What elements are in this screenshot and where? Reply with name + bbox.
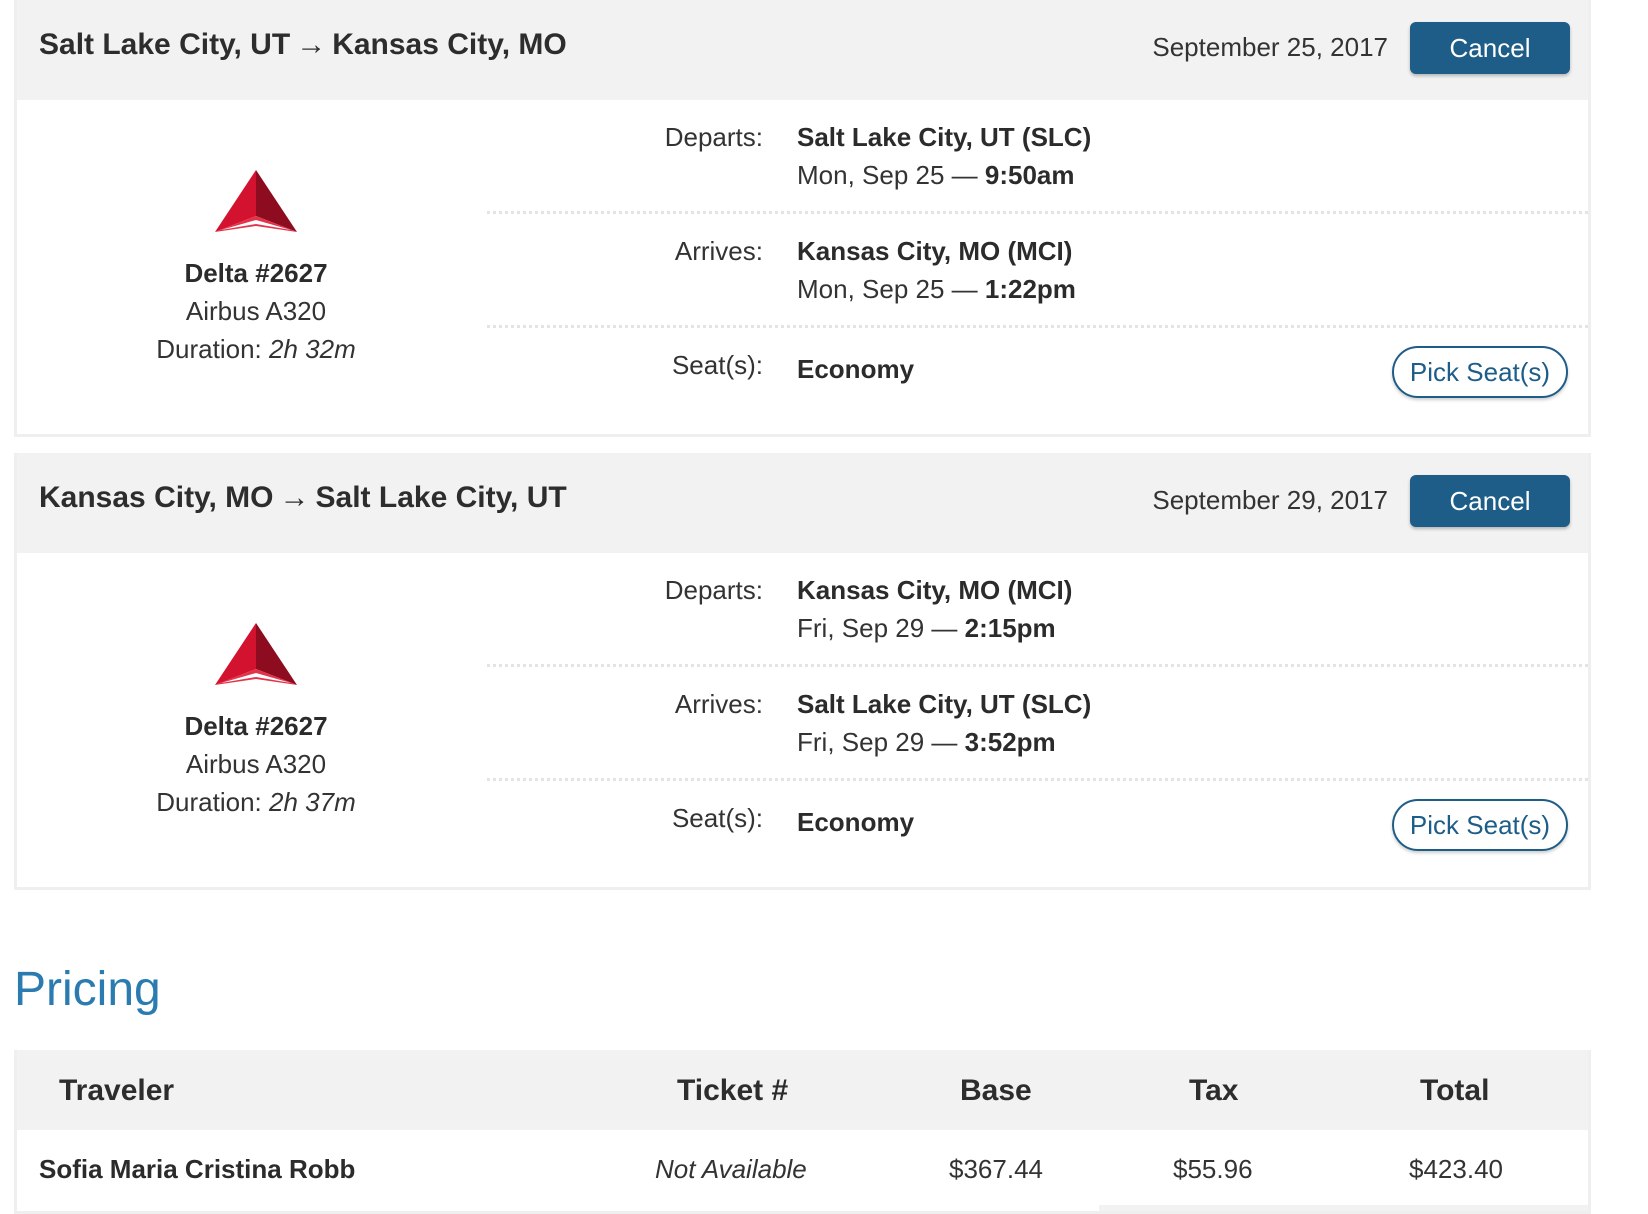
seat-class: Economy	[797, 807, 915, 837]
departs-place: Kansas City, MO (MCI)	[797, 575, 1073, 605]
cancel-button[interactable]: Cancel	[1410, 22, 1570, 74]
arrives-label: Arrives:	[674, 236, 763, 266]
column-header-total: Total	[1420, 1074, 1490, 1107]
divider	[487, 778, 1588, 781]
departs-day: Fri, Sep 29 —	[797, 613, 958, 643]
flight-date: September 25, 2017	[1152, 32, 1388, 62]
flight-duration: Duration: 2h 32m	[17, 334, 495, 365]
flight-card-body: Delta #2627 Airbus A320 Duration: 2h 32m…	[17, 100, 1588, 434]
flight-card-outbound: Salt Lake City, UT → Kansas City, MO Septe…	[14, 0, 1591, 437]
divider	[487, 325, 1588, 328]
route-arrow: →	[296, 28, 327, 61]
delta-logo-icon	[215, 170, 297, 232]
arrives-time: 3:52pm	[964, 727, 1056, 757]
table-row: Sofia Maria Cristina Robb Not Available …	[17, 1130, 1588, 1208]
flight-card-header: Kansas City, MO → Salt Lake City, UT Septe…	[17, 453, 1588, 553]
duration-label: Duration:	[156, 334, 262, 364]
departs-label: Departs:	[664, 122, 763, 152]
route-origin: Salt Lake City, UT	[39, 28, 291, 61]
departs-time: 2:15pm	[964, 613, 1056, 643]
airline-info: Delta #2627 Airbus A320 Duration: 2h 37m	[17, 553, 495, 887]
tax-amount: $55.96	[1173, 1154, 1253, 1184]
flight-number: Delta #2627	[184, 711, 328, 741]
departs-value: Salt Lake City, UT (SLC) Mon, Sep 25 — 9…	[797, 118, 1091, 194]
total-amount: $423.40	[1409, 1154, 1503, 1184]
departs-when: Fri, Sep 29 — 2:15pm	[797, 609, 1072, 647]
flight-card-header: Salt Lake City, UT → Kansas City, MO Septe…	[17, 0, 1588, 100]
arrives-day: Fri, Sep 29 —	[797, 727, 958, 757]
flight-date: September 29, 2017	[1152, 485, 1388, 515]
pricing-heading: Pricing	[14, 963, 161, 1016]
arrives-value: Salt Lake City, UT (SLC) Fri, Sep 29 — 3…	[797, 685, 1091, 761]
route-title: Kansas City, MO → Salt Lake City, UT	[39, 481, 567, 515]
ticket-number: Not Available	[655, 1154, 807, 1184]
route-title: Salt Lake City, UT → Kansas City, MO	[39, 28, 567, 62]
route-destination: Kansas City, MO	[332, 28, 567, 61]
route-destination: Salt Lake City, UT	[315, 481, 567, 514]
column-header-tax: Tax	[1189, 1074, 1239, 1107]
pick-seats-button[interactable]: Pick Seat(s)	[1392, 799, 1568, 851]
delta-logo-icon	[215, 623, 297, 685]
column-header-base: Base	[960, 1074, 1032, 1107]
arrives-when: Fri, Sep 29 — 3:52pm	[797, 723, 1091, 761]
row-divider	[17, 1205, 1588, 1211]
base-fare: $367.44	[949, 1154, 1043, 1184]
arrives-place: Salt Lake City, UT (SLC)	[797, 689, 1092, 719]
column-header-ticket: Ticket #	[677, 1074, 789, 1107]
arrives-place: Kansas City, MO (MCI)	[797, 236, 1073, 266]
aircraft-type: Airbus A320	[185, 296, 327, 326]
seat-class: Economy	[797, 354, 915, 384]
arrives-when: Mon, Sep 25 — 1:22pm	[797, 270, 1076, 308]
duration-label: Duration:	[156, 787, 262, 817]
flight-card-return: Kansas City, MO → Salt Lake City, UT Septe…	[14, 453, 1591, 890]
divider	[487, 664, 1588, 667]
arrives-day: Mon, Sep 25 —	[797, 274, 978, 304]
airline-info: Delta #2627 Airbus A320 Duration: 2h 32m	[17, 100, 495, 434]
table-header: Traveler Ticket # Base Tax Total	[17, 1050, 1588, 1130]
pricing-table: Traveler Ticket # Base Tax Total Sofia M…	[14, 1050, 1591, 1214]
flight-duration: Duration: 2h 37m	[17, 787, 495, 818]
flight-number: Delta #2627	[184, 258, 328, 288]
route-arrow: →	[279, 481, 310, 514]
arrives-time: 1:22pm	[984, 274, 1076, 304]
flight-card-body: Delta #2627 Airbus A320 Duration: 2h 37m…	[17, 553, 1588, 887]
seats-label: Seat(s):	[671, 803, 763, 833]
duration-value: 2h 37m	[269, 787, 356, 817]
arrives-value: Kansas City, MO (MCI) Mon, Sep 25 — 1:22…	[797, 232, 1076, 308]
departs-value: Kansas City, MO (MCI) Fri, Sep 29 — 2:15…	[797, 571, 1072, 647]
departs-day: Mon, Sep 25 —	[797, 160, 978, 190]
departs-place: Salt Lake City, UT (SLC)	[797, 122, 1092, 152]
departs-time: 9:50am	[984, 160, 1075, 190]
departs-label: Departs:	[664, 575, 763, 605]
pick-seats-button[interactable]: Pick Seat(s)	[1392, 346, 1568, 398]
column-header-traveler: Traveler	[59, 1074, 175, 1107]
route-origin: Kansas City, MO	[39, 481, 274, 514]
seats-label: Seat(s):	[671, 350, 763, 380]
departs-when: Mon, Sep 25 — 9:50am	[797, 156, 1091, 194]
duration-value: 2h 32m	[269, 334, 356, 364]
arrives-label: Arrives:	[674, 689, 763, 719]
traveler-name: Sofia Maria Cristina Robb	[39, 1154, 356, 1184]
aircraft-type: Airbus A320	[185, 749, 327, 779]
cancel-button[interactable]: Cancel	[1410, 475, 1570, 527]
divider	[487, 211, 1588, 214]
